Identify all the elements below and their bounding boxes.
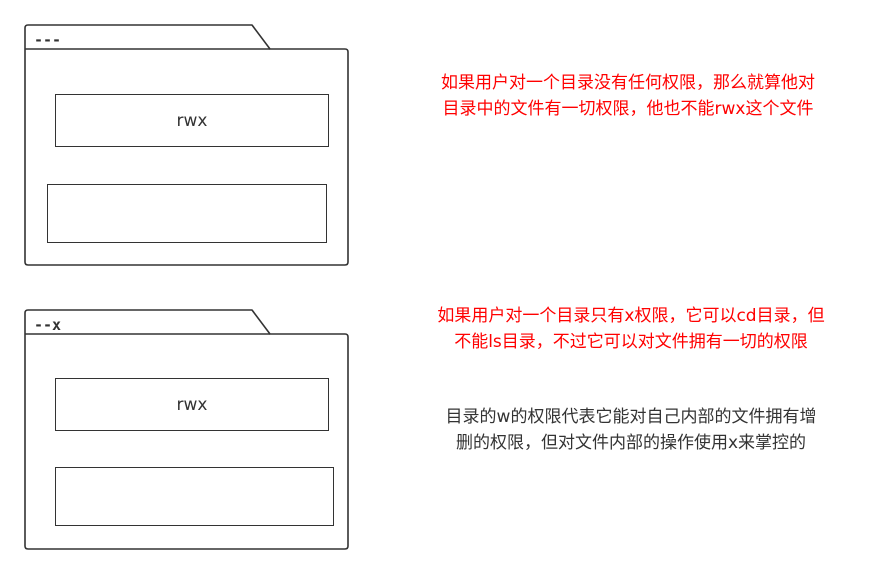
folder-2-empty-box [55, 467, 334, 526]
note-no-permission-line-1: 如果用户对一个目录没有任何权限，那么就算他对 [441, 73, 815, 93]
note-x-only-line-2: 不能ls目录，不过它可以对文件拥有一切的权限 [454, 332, 808, 352]
folder-1-file-box: rwx [55, 94, 329, 147]
folder-2-file-perm: rwx [176, 394, 208, 415]
note-w-permission-line-1: 目录的w的权限代表它能对自己内部的文件拥有增 [445, 407, 817, 427]
note-x-only: 如果用户对一个目录只有x权限，它可以cd目录，但 不能ls目录，不过它可以对文件… [391, 303, 871, 355]
folder-2-file-box: rwx [55, 378, 329, 431]
folder-1-file-perm: rwx [176, 110, 208, 131]
note-no-permission-line-2: 目录中的文件有一切权限，他也不能rwx这个文件 [442, 99, 814, 119]
folder-2-label: --x [34, 316, 62, 334]
folder-1-empty-box [47, 184, 327, 243]
folder-1-label: --- [34, 31, 62, 49]
note-no-permission: 如果用户对一个目录没有任何权限，那么就算他对 目录中的文件有一切权限，他也不能r… [388, 70, 868, 122]
note-w-permission: 目录的w的权限代表它能对自己内部的文件拥有增 删的权限，但对文件内部的操作使用x… [391, 404, 871, 456]
note-x-only-line-1: 如果用户对一个目录只有x权限，它可以cd目录，但 [437, 306, 825, 326]
note-w-permission-line-2: 删的权限，但对文件内部的操作使用x来掌控的 [455, 433, 807, 453]
